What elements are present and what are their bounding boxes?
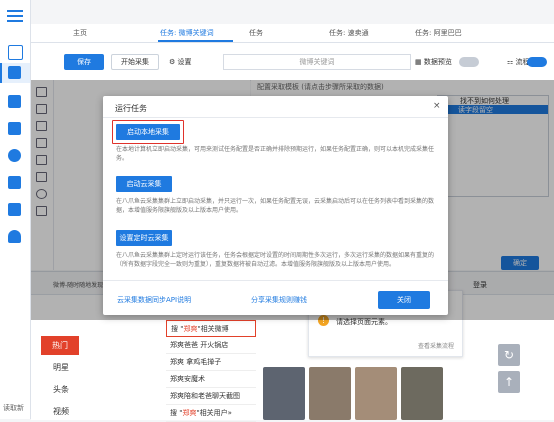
divider — [103, 280, 448, 281]
settings-label: 设置 — [177, 58, 192, 66]
suggestion-suffix: "相关微博 — [197, 325, 229, 333]
refresh-icon[interactable]: ↻ — [498, 344, 520, 366]
tab-bar: 主页 任务: 微博关键词 任务 任务: 速卖通 任务: 阿里巴巴 — [31, 24, 554, 43]
sidebar-bottom-label[interactable]: 读取新 — [3, 403, 24, 413]
suggestion-item[interactable]: 郑爽陪和老爸聊天截图 — [166, 388, 256, 405]
flow-switch[interactable] — [527, 57, 547, 67]
suggestion-prefix: 搜 " — [170, 409, 183, 417]
feed-photo[interactable] — [263, 367, 305, 420]
feed-photo[interactable] — [401, 367, 443, 420]
task-name-input[interactable]: 微博关键词 — [223, 54, 411, 70]
pie-chart-icon[interactable] — [8, 149, 21, 162]
feed-photo[interactable] — [309, 367, 351, 420]
book-icon[interactable] — [8, 203, 21, 216]
tab-task[interactable]: 任务 — [249, 28, 263, 38]
start-collect-button[interactable]: 开始采集 — [111, 54, 159, 70]
tab-weibo-keyword[interactable]: 任务: 微博关键词 — [160, 28, 214, 38]
save-button[interactable]: 保存 — [64, 54, 104, 70]
view-flow-link[interactable]: 查看采集流程 — [418, 341, 454, 350]
active-tab-underline — [158, 40, 233, 42]
calendar-icon[interactable] — [8, 122, 21, 135]
category-item[interactable]: 头条 — [53, 384, 69, 395]
briefcase-icon[interactable] — [8, 95, 21, 108]
document-icon[interactable] — [8, 66, 21, 79]
gear-icon: ⚙ — [169, 58, 176, 66]
settings-button[interactable]: ⚙ 设置 — [169, 57, 192, 67]
share-rules-link[interactable]: 分享采集规则赚钱 — [251, 295, 307, 305]
suggestion-suffix: "相关用户» — [196, 409, 232, 417]
menu-icon[interactable] — [7, 10, 23, 24]
suggestion-item[interactable]: 郑爽爸爸 开火锅店 — [166, 337, 256, 354]
schedule-cloud-collect-button[interactable]: 设置定时云采集 — [116, 230, 172, 246]
table-icon: ▦ — [415, 58, 422, 66]
category-hot[interactable]: 热门 — [41, 336, 79, 355]
suggestion-item[interactable]: 郑爽 拿鸡毛掸子 — [166, 354, 256, 371]
local-collect-description: 在本地计算机立即启动采集，可用来测试任务配置是否正确并排除预期运行，如果任务配置… — [116, 146, 435, 162]
flow-icon: ⚏ — [507, 58, 514, 66]
suggestion-keyword: 郑爽 — [183, 325, 198, 333]
left-sidebar: 读取新 — [0, 0, 31, 419]
cloud-collect-description: 在八爪鱼云采集集群上立即启动采集，并只运行一次，如果任务配置无误，云采集启动后可… — [116, 198, 435, 214]
suggestion-prefix: 搜 " — [171, 325, 184, 333]
schedule-collect-description: 在八爪鱼云采集集群上定时运行该任务，任务会根据定时设置的时间周期性多次运行，多次… — [116, 252, 435, 268]
start-cloud-collect-button[interactable]: 启动云采集 — [116, 176, 172, 192]
tab-aliexpress[interactable]: 任务: 速卖通 — [329, 28, 369, 38]
tab-home[interactable]: 主页 — [73, 28, 87, 38]
cloud-api-link[interactable]: 云采集数据同步API说明 — [117, 295, 191, 305]
category-item[interactable]: 视频 — [53, 406, 69, 417]
suggestion-item[interactable]: 搜 "郑爽"相关微博 — [166, 320, 256, 337]
tab-alibaba[interactable]: 任务: 阿里巴巴 — [415, 28, 462, 38]
suggestion-item[interactable]: 搜 "郑爽"相关用户» — [166, 405, 256, 422]
toolbar: 保存 开始采集 ⚙ 设置 微博关键词 ▦ 数据预览 ⚏ 流程 — [31, 43, 554, 81]
close-button[interactable]: 关闭 — [378, 291, 430, 309]
run-task-dialog: 运行任务 × 启动本地采集 在本地计算机立即启动采集，可用来测试任务配置是否正确… — [103, 96, 448, 315]
suggestion-keyword: 郑爽 — [182, 409, 197, 417]
preview-switch[interactable] — [459, 57, 479, 67]
highlight-box — [112, 120, 184, 144]
user-icon[interactable] — [8, 230, 21, 243]
divider — [103, 117, 448, 118]
data-preview-toggle[interactable]: ▦ 数据预览 — [415, 57, 452, 67]
category-item[interactable]: 明星 — [53, 362, 69, 373]
feed-photo[interactable] — [355, 367, 397, 420]
start-local-collect-button[interactable]: 启动本地采集 — [112, 120, 184, 144]
clipboard-icon[interactable] — [8, 45, 23, 60]
message-icon[interactable] — [8, 176, 21, 189]
close-icon[interactable]: × — [433, 101, 441, 111]
dialog-title: 运行任务 — [115, 104, 147, 113]
arrow-up-icon[interactable]: ↑ — [498, 371, 520, 393]
data-preview-label: 数据预览 — [423, 58, 452, 66]
suggestion-item[interactable]: 郑爽安魔术 — [166, 371, 256, 388]
